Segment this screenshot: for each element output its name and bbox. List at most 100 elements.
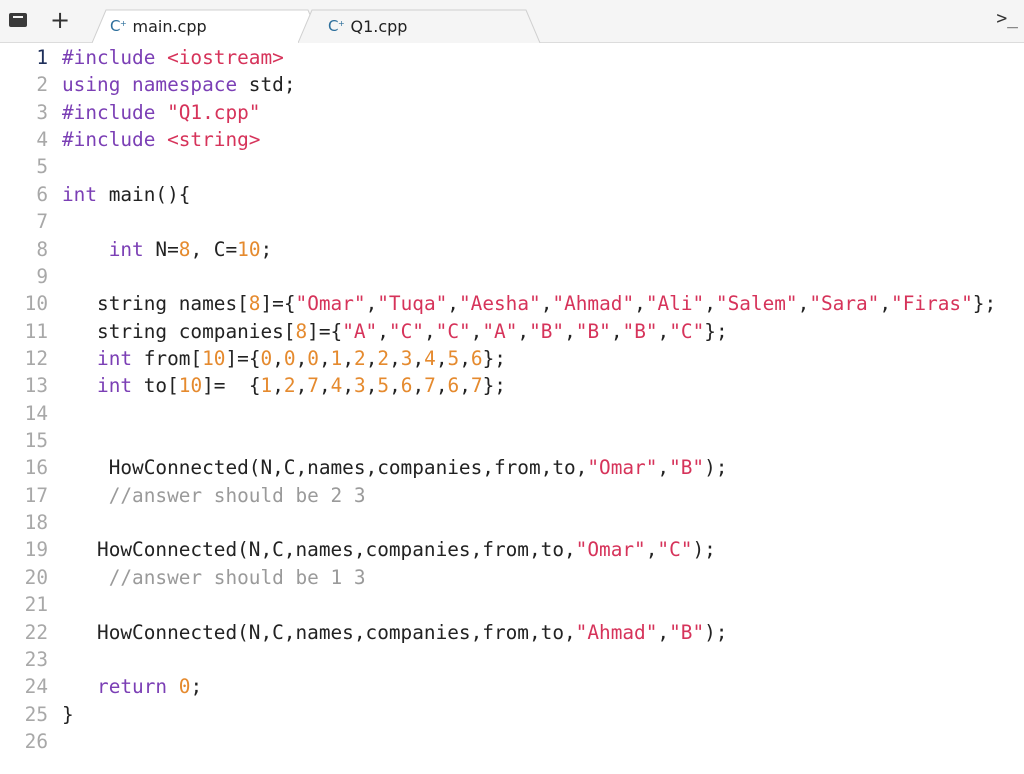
line-number: 17 bbox=[24, 483, 48, 507]
token-str: <iostream> bbox=[167, 46, 284, 69]
token-plain: , bbox=[470, 319, 483, 343]
code-text: //answer should be 2 3 bbox=[62, 482, 366, 509]
code-text: #include "Q1.cpp" bbox=[62, 99, 260, 126]
token-str: <string> bbox=[167, 128, 261, 152]
token-plain: string names[ bbox=[62, 292, 249, 316]
token-plain: HowConnected(N,C,names,companies,from,to… bbox=[62, 456, 588, 480]
tab-q1-cpp[interactable]: C + Q1.cpp bbox=[298, 9, 542, 43]
line-number: 18 bbox=[24, 511, 48, 535]
code-line[interactable]: 21 bbox=[0, 591, 1024, 618]
token-plain: ]={ bbox=[307, 319, 343, 343]
code-text: } bbox=[62, 701, 74, 728]
token-str: "Omar" bbox=[587, 456, 658, 480]
token-num: 0 bbox=[283, 346, 296, 370]
code-line[interactable]: 5 bbox=[0, 153, 1024, 180]
code-line[interactable]: 2 using namespace std; bbox=[0, 71, 1024, 98]
sidebar-toggle-icon[interactable] bbox=[9, 13, 27, 27]
code-line[interactable]: 15 bbox=[0, 427, 1024, 454]
token-num: 2 bbox=[377, 346, 390, 370]
token-num: 4 bbox=[424, 346, 436, 370]
code-line[interactable]: 11 string companies[8]={"A","C","C","A",… bbox=[0, 318, 1024, 345]
token-plain: , bbox=[657, 456, 670, 480]
code-text: int N=8, C=10; bbox=[62, 236, 273, 263]
token-pp: #include bbox=[62, 46, 168, 69]
token-plain: ; bbox=[260, 237, 273, 261]
token-plain: , bbox=[389, 374, 401, 398]
code-line[interactable]: 3 #include "Q1.cpp" bbox=[0, 99, 1024, 126]
token-kw: using namespace bbox=[62, 73, 249, 97]
token-num: 10 bbox=[202, 346, 226, 370]
token-str: "C" bbox=[388, 319, 424, 343]
code-line[interactable]: 16 HowConnected(N,C,names,companies,from… bbox=[0, 454, 1024, 481]
code-line[interactable]: 23 bbox=[0, 646, 1024, 673]
token-plain: , bbox=[435, 374, 448, 398]
code-line[interactable]: 10 string names[8]={"Omar","Tuqa","Aesha… bbox=[0, 290, 1024, 317]
code-line[interactable]: 18 bbox=[0, 509, 1024, 536]
code-line[interactable]: 6 int main(){ bbox=[0, 181, 1024, 208]
code-text: //answer should be 1 3 bbox=[62, 564, 366, 591]
code-line[interactable]: 25} bbox=[0, 701, 1024, 728]
token-plain: , bbox=[435, 346, 448, 370]
line-number: 2 bbox=[36, 73, 48, 97]
code-editor[interactable]: 1 #include <iostream> 2 using namespace std… bbox=[0, 43, 1024, 774]
code-line[interactable]: 1 #include <iostream> bbox=[0, 44, 1024, 71]
token-plain: , bbox=[657, 620, 670, 644]
token-num: 0 bbox=[260, 346, 273, 370]
token-num: 6 bbox=[470, 346, 483, 370]
code-line[interactable]: 22 HowConnected(N,C,names,companies,from… bbox=[0, 619, 1024, 646]
token-kw: int bbox=[97, 374, 144, 398]
code-line[interactable]: 13 int to[10]= {1,2,7,4,3,5,6,7,6,7}; bbox=[0, 372, 1024, 399]
token-plain: , bbox=[423, 319, 436, 343]
token-plain: ); bbox=[704, 456, 728, 480]
code-text: return 0; bbox=[62, 673, 202, 700]
line-number: 25 bbox=[24, 702, 48, 726]
token-str: "B" bbox=[669, 456, 705, 480]
token-num: 2 bbox=[283, 374, 296, 398]
code-line[interactable]: 17 //answer should be 2 3 bbox=[0, 482, 1024, 509]
code-line[interactable]: 8 int N=8, C=10; bbox=[0, 236, 1024, 263]
code-line[interactable]: 19 HowConnected(N,C,names,companies,from… bbox=[0, 536, 1024, 563]
code-line[interactable]: 12 int from[10]={0,0,0,1,2,2,3,4,5,6}; bbox=[0, 345, 1024, 372]
token-num: 7 bbox=[470, 374, 483, 398]
token-str: "C" bbox=[669, 319, 705, 343]
code-text: int to[10]= {1,2,7,4,3,5,6,7,6,7}; bbox=[62, 372, 506, 399]
token-num: 1 bbox=[330, 346, 343, 370]
token-plain: , bbox=[389, 346, 401, 370]
line-number: 1 bbox=[36, 46, 48, 69]
line-number: 16 bbox=[24, 456, 48, 480]
code-line[interactable]: 7 bbox=[0, 208, 1024, 235]
token-plain: from[ bbox=[143, 346, 203, 370]
token-num: 3 bbox=[400, 346, 413, 370]
token-plain: , bbox=[704, 292, 716, 316]
code-line[interactable]: 4 #include <string> bbox=[0, 126, 1024, 153]
line-number: 13 bbox=[24, 374, 48, 398]
token-plain: , bbox=[365, 346, 378, 370]
token-pp: #include bbox=[62, 100, 168, 124]
token-kw: int bbox=[108, 237, 156, 261]
code-line[interactable]: 24 return 0; bbox=[0, 673, 1024, 700]
token-plain: , bbox=[879, 292, 892, 316]
tab-main-cpp[interactable]: C + main.cpp bbox=[92, 9, 322, 43]
token-str: "Omar" bbox=[575, 538, 646, 562]
code-line[interactable]: 20 //answer should be 1 3 bbox=[0, 564, 1024, 591]
line-number: 5 bbox=[36, 155, 48, 179]
token-plain: , bbox=[342, 374, 354, 398]
terminal-icon[interactable]: >_ bbox=[996, 8, 1018, 29]
token-plain: ]={ bbox=[260, 292, 296, 316]
code-line[interactable]: 14 bbox=[0, 400, 1024, 427]
token-str: "C" bbox=[657, 538, 693, 562]
new-tab-button[interactable]: + bbox=[50, 6, 70, 34]
token-plain: } bbox=[62, 702, 74, 726]
token-str: "Sara" bbox=[809, 292, 880, 316]
token-num: 0 bbox=[307, 346, 319, 370]
line-number: 4 bbox=[36, 128, 48, 152]
line-number: 7 bbox=[36, 210, 48, 234]
token-plain: , bbox=[412, 374, 425, 398]
line-number: 6 bbox=[36, 182, 48, 206]
code-line[interactable]: 9 bbox=[0, 263, 1024, 290]
token-plain: , bbox=[634, 292, 646, 316]
code-line[interactable]: 26 bbox=[0, 728, 1024, 755]
